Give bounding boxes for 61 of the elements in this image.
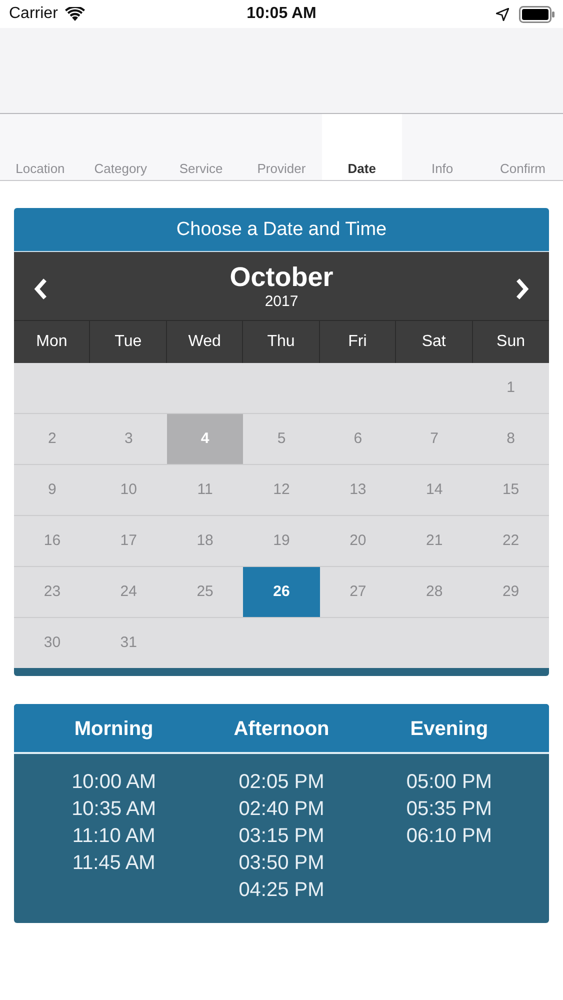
step-tab[interactable]: Category bbox=[80, 114, 161, 180]
day-cell[interactable]: 6 bbox=[320, 414, 396, 465]
day-cell[interactable]: 27 bbox=[320, 567, 396, 618]
carrier-name: Carrier bbox=[9, 5, 58, 23]
time-slot[interactable]: 02:05 PM bbox=[238, 769, 324, 796]
time-slot[interactable]: 05:35 PM bbox=[406, 796, 492, 823]
weekday-header: Sun bbox=[496, 332, 526, 352]
battery-icon bbox=[519, 6, 555, 22]
day-cell[interactable]: 10 bbox=[90, 465, 167, 516]
month-name: October bbox=[230, 261, 334, 293]
wifi-icon bbox=[64, 6, 85, 22]
period-heading: Afternoon bbox=[232, 717, 330, 742]
day-cell[interactable]: 28 bbox=[396, 567, 473, 618]
day-cell[interactable]: 20 bbox=[320, 516, 396, 567]
time-slot[interactable]: 05:00 PM bbox=[406, 769, 492, 796]
step-tab[interactable]: Confirm bbox=[482, 114, 563, 180]
day-cell[interactable]: 26 bbox=[243, 567, 320, 618]
day-cell[interactable]: 14 bbox=[396, 465, 473, 516]
step-tab[interactable]: Provider bbox=[241, 114, 322, 180]
day-cell[interactable]: 30 bbox=[14, 618, 90, 668]
time-slot[interactable]: 06:10 PM bbox=[406, 823, 492, 850]
day-cell[interactable]: 31 bbox=[90, 618, 167, 668]
step-tab[interactable]: Location bbox=[0, 114, 80, 180]
previous-month-icon[interactable] bbox=[34, 278, 48, 300]
next-month-icon[interactable] bbox=[515, 278, 529, 300]
time-slot[interactable]: 04:25 PM bbox=[238, 877, 324, 904]
day-cell[interactable]: 23 bbox=[14, 567, 90, 618]
day-cell[interactable]: 24 bbox=[90, 567, 167, 618]
time-slot[interactable]: 11:10 AM bbox=[72, 823, 156, 850]
step-tab[interactable]: Service bbox=[160, 114, 242, 180]
calendar-title: Choose a Date and Time bbox=[14, 208, 549, 252]
day-cell[interactable]: 12 bbox=[243, 465, 320, 516]
day-cell[interactable]: 5 bbox=[243, 414, 320, 465]
day-cell[interactable]: 21 bbox=[396, 516, 473, 567]
day-cell[interactable]: 4 bbox=[166, 414, 244, 465]
year-label: 2017 bbox=[264, 293, 300, 311]
period-heading: Evening bbox=[409, 717, 490, 742]
time-slot[interactable]: 11:45 AM bbox=[72, 850, 156, 877]
period-heading: Morning bbox=[73, 717, 154, 742]
time-slot[interactable]: 10:35 AM bbox=[72, 796, 156, 823]
day-cell[interactable]: 11 bbox=[166, 465, 244, 516]
day-cell[interactable]: 15 bbox=[472, 465, 549, 516]
status-time: 10:05 AM bbox=[246, 5, 318, 23]
day-cell[interactable]: 17 bbox=[90, 516, 167, 567]
day-cell[interactable]: 9 bbox=[14, 465, 90, 516]
day-cell[interactable]: 7 bbox=[396, 414, 473, 465]
step-tab[interactable]: Date bbox=[322, 114, 402, 180]
day-cell[interactable]: 22 bbox=[472, 516, 549, 567]
time-slot[interactable]: 03:15 PM bbox=[238, 823, 324, 850]
time-slot[interactable]: 10:00 AM bbox=[72, 769, 156, 796]
day-cell[interactable]: 1 bbox=[472, 363, 549, 414]
day-cell[interactable]: 2 bbox=[14, 414, 90, 465]
day-cell[interactable]: 13 bbox=[320, 465, 396, 516]
day-cell[interactable]: 29 bbox=[472, 567, 549, 618]
time-slot[interactable]: 03:50 PM bbox=[238, 850, 324, 877]
step-tab[interactable]: Info bbox=[402, 114, 483, 180]
day-cell[interactable]: 16 bbox=[14, 516, 90, 567]
day-cell[interactable]: 8 bbox=[472, 414, 549, 465]
location-arrow-icon bbox=[496, 8, 509, 20]
time-slot[interactable]: 02:40 PM bbox=[238, 796, 324, 823]
day-cell[interactable]: 18 bbox=[166, 516, 244, 567]
